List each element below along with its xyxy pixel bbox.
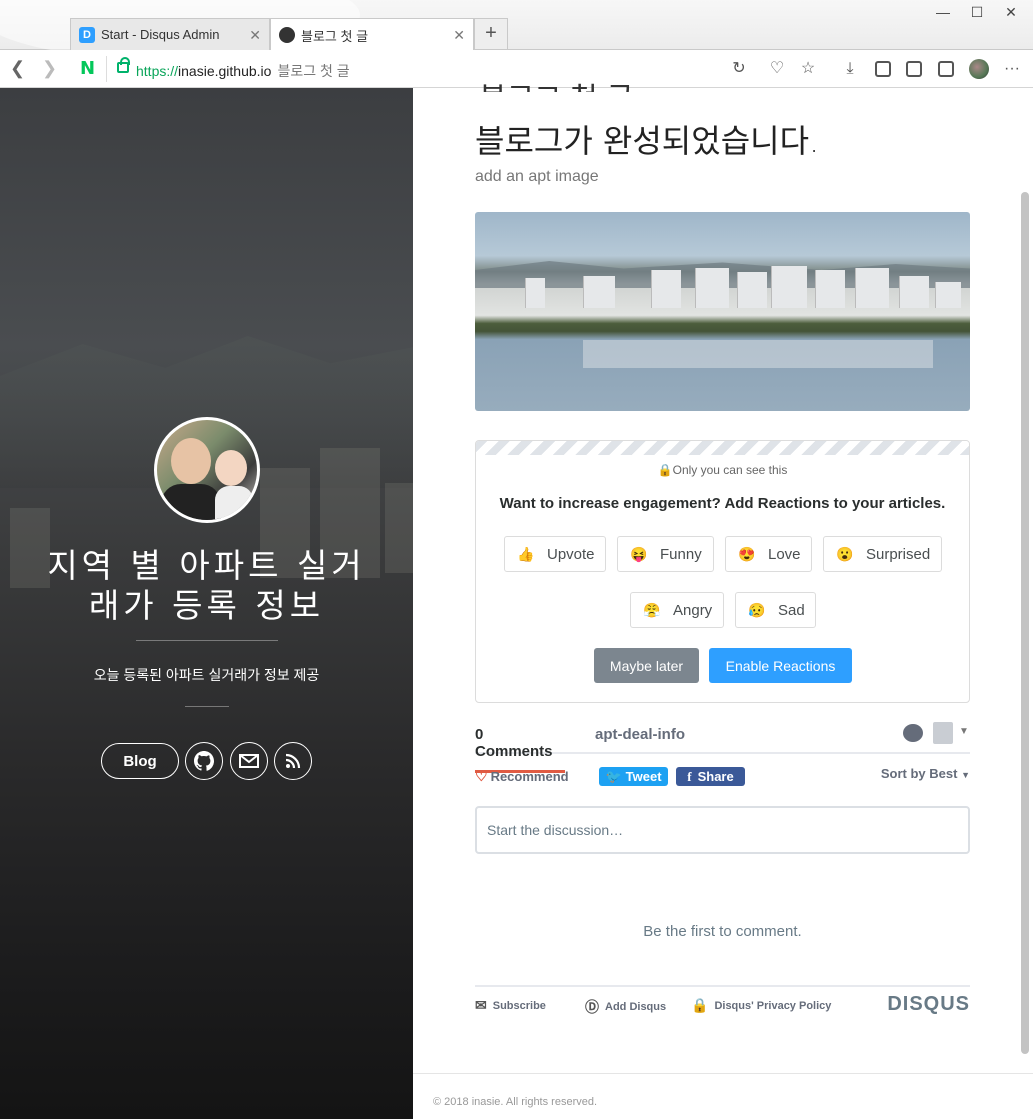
reactions-promo: 🔒Only you can see this Want to increase … (475, 440, 970, 703)
sad-icon: 😥 (748, 602, 766, 618)
love-icon: 😍 (738, 546, 756, 562)
tab-label: 블로그 첫 글 (301, 28, 369, 44)
disqus-logo[interactable]: DISQUS (887, 993, 970, 1016)
recommend-button[interactable]: ♡ Recommend (475, 768, 569, 785)
url-page-title: 블로그 첫 글 (277, 63, 350, 79)
copyright: © 2018 inasie. All rights reserved. (413, 1073, 1033, 1119)
post-title: 블로그 첫 글 (479, 74, 634, 92)
post-subheading: add an apt image (475, 168, 599, 185)
reaction-funny[interactable]: 😝 Funny (617, 536, 714, 572)
disqus-tabs: 0 Comments apt-deal-info ▼ (475, 720, 970, 773)
close-window-icon[interactable]: ✕ (1001, 4, 1021, 21)
add-disqus-link[interactable]: Ⓓ Add Disqus (585, 997, 666, 1017)
reaction-angry[interactable]: 😤 Angry (630, 592, 724, 628)
url-field[interactable]: https://inasie.github.io 블로그 첫 글 (136, 61, 350, 81)
new-tab-button[interactable]: + (474, 18, 508, 49)
sidebar-hero: 지역 별 아파트 실거래가 등록 정보 오늘 등록된 아파트 실거래가 정보 제… (0, 88, 413, 1119)
minimize-icon[interactable]: — (933, 4, 953, 20)
bookmark-star-icon[interactable]: ☆ (798, 59, 818, 79)
close-tab-icon[interactable]: ✕ (453, 27, 465, 44)
close-tab-icon[interactable]: ✕ (249, 27, 261, 44)
naver-icon[interactable]: N (80, 58, 95, 79)
divider (136, 640, 278, 641)
comment-input[interactable]: Start the discussion… (475, 806, 970, 854)
lock-icon[interactable] (117, 57, 130, 73)
heart-icon: ♡ (475, 768, 488, 784)
tab-community[interactable]: apt-deal-info (595, 726, 685, 743)
tweet-button[interactable]: 🐦 Tweet (599, 767, 668, 786)
notification-bubble-icon[interactable] (903, 724, 923, 742)
funny-icon: 😝 (630, 546, 648, 562)
back-icon[interactable]: ❮ (10, 58, 25, 79)
visibility-note: 🔒Only you can see this (657, 463, 788, 477)
maximize-icon[interactable]: ☐ (967, 4, 987, 21)
reaction-surprised[interactable]: 😮 Surprised (823, 536, 942, 572)
reactions-question: Want to increase engagement? Add Reactio… (499, 495, 946, 512)
lock-icon: 🔒 (657, 463, 673, 477)
github-favicon-icon (279, 27, 295, 43)
pocket-icon[interactable]: ♡ (767, 59, 787, 79)
chevron-down-icon: ▼ (961, 770, 970, 780)
disqus-favicon-icon: D (79, 26, 95, 43)
facebook-icon: f (687, 768, 692, 784)
surprised-icon: 😮 (836, 546, 854, 562)
reaction-love[interactable]: 😍 Love (725, 536, 812, 572)
lock-icon: 🔒 (691, 997, 709, 1013)
maybe-later-button[interactable]: Maybe later (594, 648, 699, 683)
reader-icon[interactable] (906, 61, 922, 77)
reaction-upvote[interactable]: 👍 Upvote (504, 536, 606, 572)
user-menu-icon[interactable] (933, 722, 953, 744)
disqus-actions: ♡ Recommend 🐦 Tweet f Share Sort by Best ▼ (475, 764, 970, 790)
subscribe-link[interactable]: ✉ Subscribe (475, 997, 546, 1014)
url-scheme: https:// (136, 63, 179, 79)
twitter-icon: 🐦 (605, 768, 622, 784)
more-menu-icon[interactable]: ··· (1002, 59, 1022, 79)
mail-icon[interactable] (230, 742, 268, 780)
post-heading: 블로그가 완성되었습니다. (475, 122, 820, 160)
sort-dropdown[interactable]: Sort by Best ▼ (881, 766, 970, 781)
rss-icon[interactable] (274, 742, 312, 780)
hero-building (385, 483, 413, 573)
tab-label: Start - Disqus Admin (101, 27, 220, 42)
site-description: 오늘 등록된 아파트 실거래가 정보 제공 (93, 667, 320, 683)
reload-icon[interactable]: ↻ (729, 59, 749, 79)
github-icon[interactable] (185, 742, 223, 780)
divider (185, 706, 229, 707)
avatar (154, 417, 260, 523)
tab-blog-post[interactable]: 블로그 첫 글 ✕ (270, 18, 474, 51)
browser-titlebar: D Start - Disqus Admin ✕ 블로그 첫 글 ✕ + — ☐… (0, 0, 1033, 60)
mail-icon: ✉ (475, 997, 487, 1013)
stripe-banner (476, 441, 969, 455)
privacy-policy-link[interactable]: 🔒 Disqus' Privacy Policy (691, 997, 831, 1014)
user-avatar-icon[interactable] (969, 59, 989, 79)
scrollbar[interactable] (1021, 192, 1029, 1054)
site-title[interactable]: 지역 별 아파트 실거래가 등록 정보 (40, 546, 373, 626)
disqus-footer: ✉ Subscribe Ⓓ Add Disqus 🔒 Disqus' Privacy … (475, 985, 970, 1017)
forward-icon[interactable]: ❯ (42, 58, 57, 79)
download-icon[interactable]: ⤓ (840, 59, 860, 79)
url-host: inasie.github.io (178, 63, 272, 79)
main-content: 블로그 첫 글 블로그가 완성되었습니다. add an apt image 🔒… (413, 83, 1033, 1119)
sidebar-icon[interactable] (938, 61, 954, 77)
facebook-share-button[interactable]: f Share (676, 767, 745, 786)
disqus-icon: Ⓓ (585, 999, 599, 1015)
capture-icon[interactable] (875, 61, 891, 77)
angry-icon: 😤 (643, 602, 661, 618)
blog-button[interactable]: Blog (101, 743, 179, 779)
apartment-photo (475, 212, 970, 411)
tab-disqus-admin[interactable]: D Start - Disqus Admin ✕ (70, 18, 270, 50)
divider (106, 56, 107, 82)
chevron-down-icon[interactable]: ▼ (959, 726, 969, 737)
enable-reactions-button[interactable]: Enable Reactions (709, 648, 852, 683)
empty-state: Be the first to comment. (643, 923, 802, 940)
reaction-sad[interactable]: 😥 Sad (735, 592, 816, 628)
thumbs-up-icon: 👍 (517, 546, 535, 562)
